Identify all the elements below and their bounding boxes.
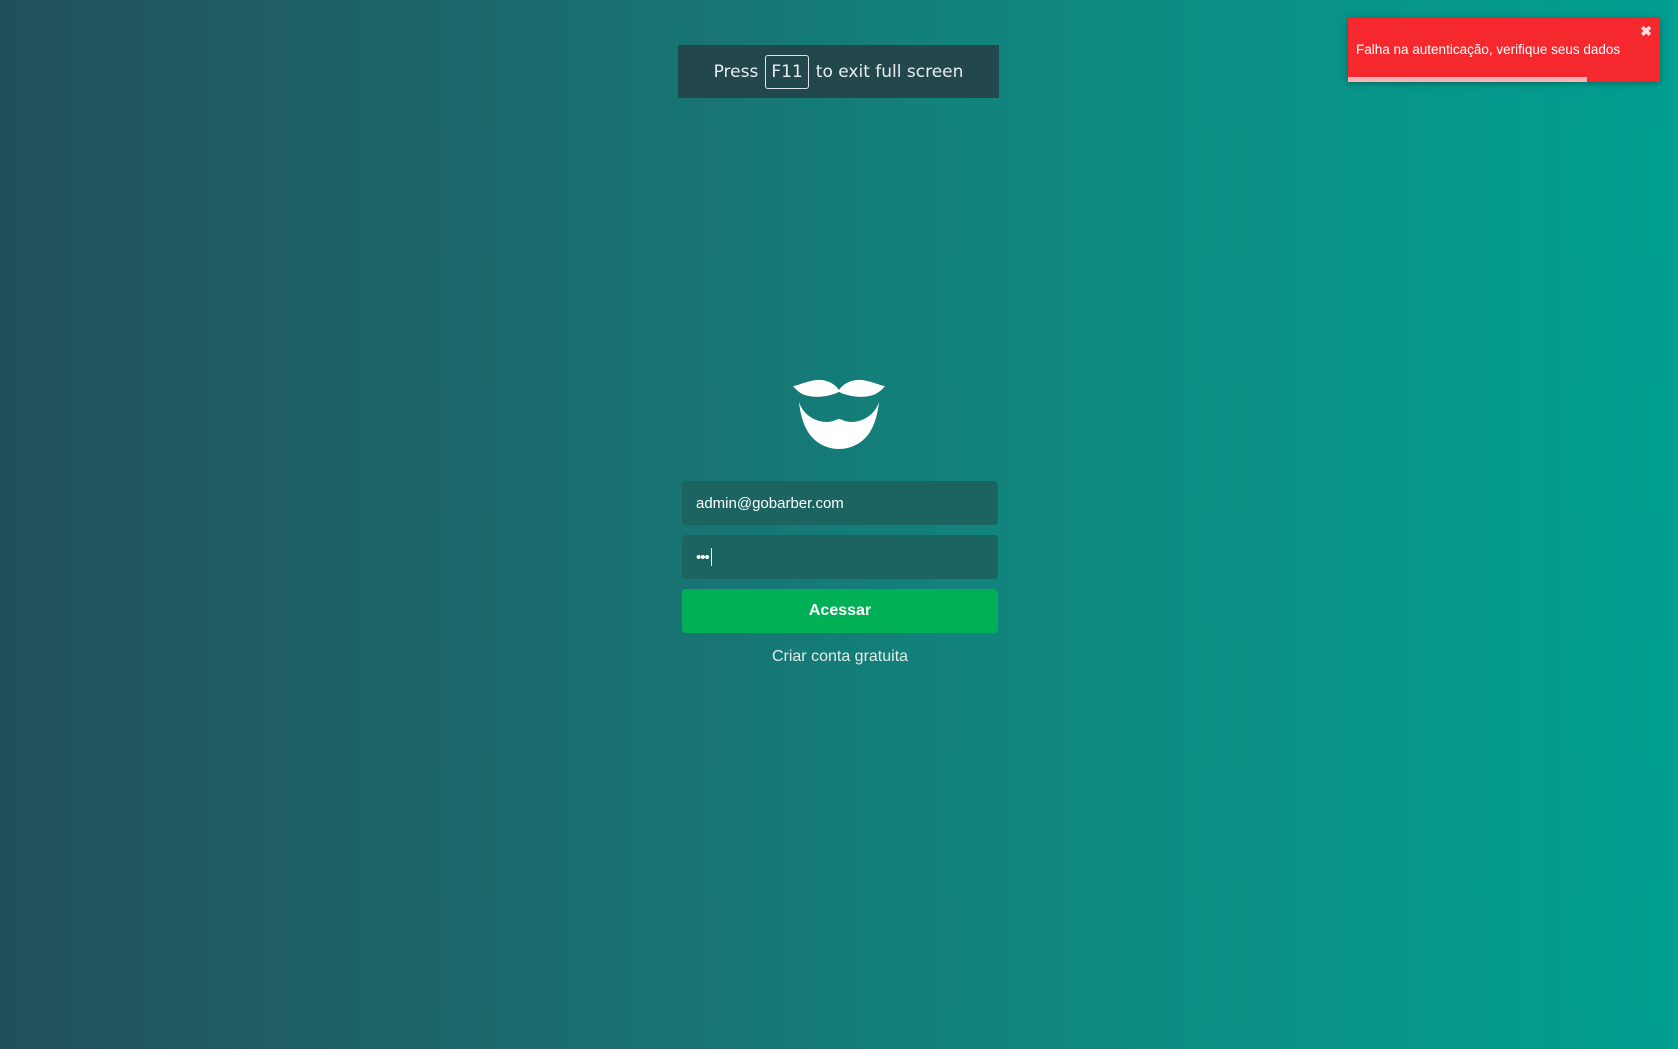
error-toast[interactable]: ✖ Falha na autenticação, verifique seus … xyxy=(1348,18,1660,82)
fullscreen-hint: Press F11 to exit full screen xyxy=(678,45,999,98)
submit-button[interactable]: Acessar xyxy=(682,589,998,633)
toast-progress-track xyxy=(1348,77,1660,82)
signup-link[interactable]: Criar conta gratuita xyxy=(682,648,998,666)
fullscreen-hint-suffix: to exit full screen xyxy=(815,61,964,82)
toast-message: Falha na autenticação, verifique seus da… xyxy=(1356,42,1621,57)
login-form: admin@gobarber.com ••• Acessar Criar con… xyxy=(682,481,998,666)
password-value: ••• xyxy=(696,548,710,566)
email-field[interactable]: admin@gobarber.com xyxy=(682,481,998,525)
toast-progress-bar xyxy=(1348,77,1587,82)
email-value: admin@gobarber.com xyxy=(696,494,844,512)
text-caret xyxy=(710,548,712,566)
fullscreen-hint-key: F11 xyxy=(765,54,809,89)
password-field[interactable]: ••• xyxy=(682,535,998,579)
close-icon[interactable]: ✖ xyxy=(1640,24,1652,38)
fullscreen-hint-prefix: Press xyxy=(713,61,759,82)
mustache-beard-icon xyxy=(793,378,885,450)
